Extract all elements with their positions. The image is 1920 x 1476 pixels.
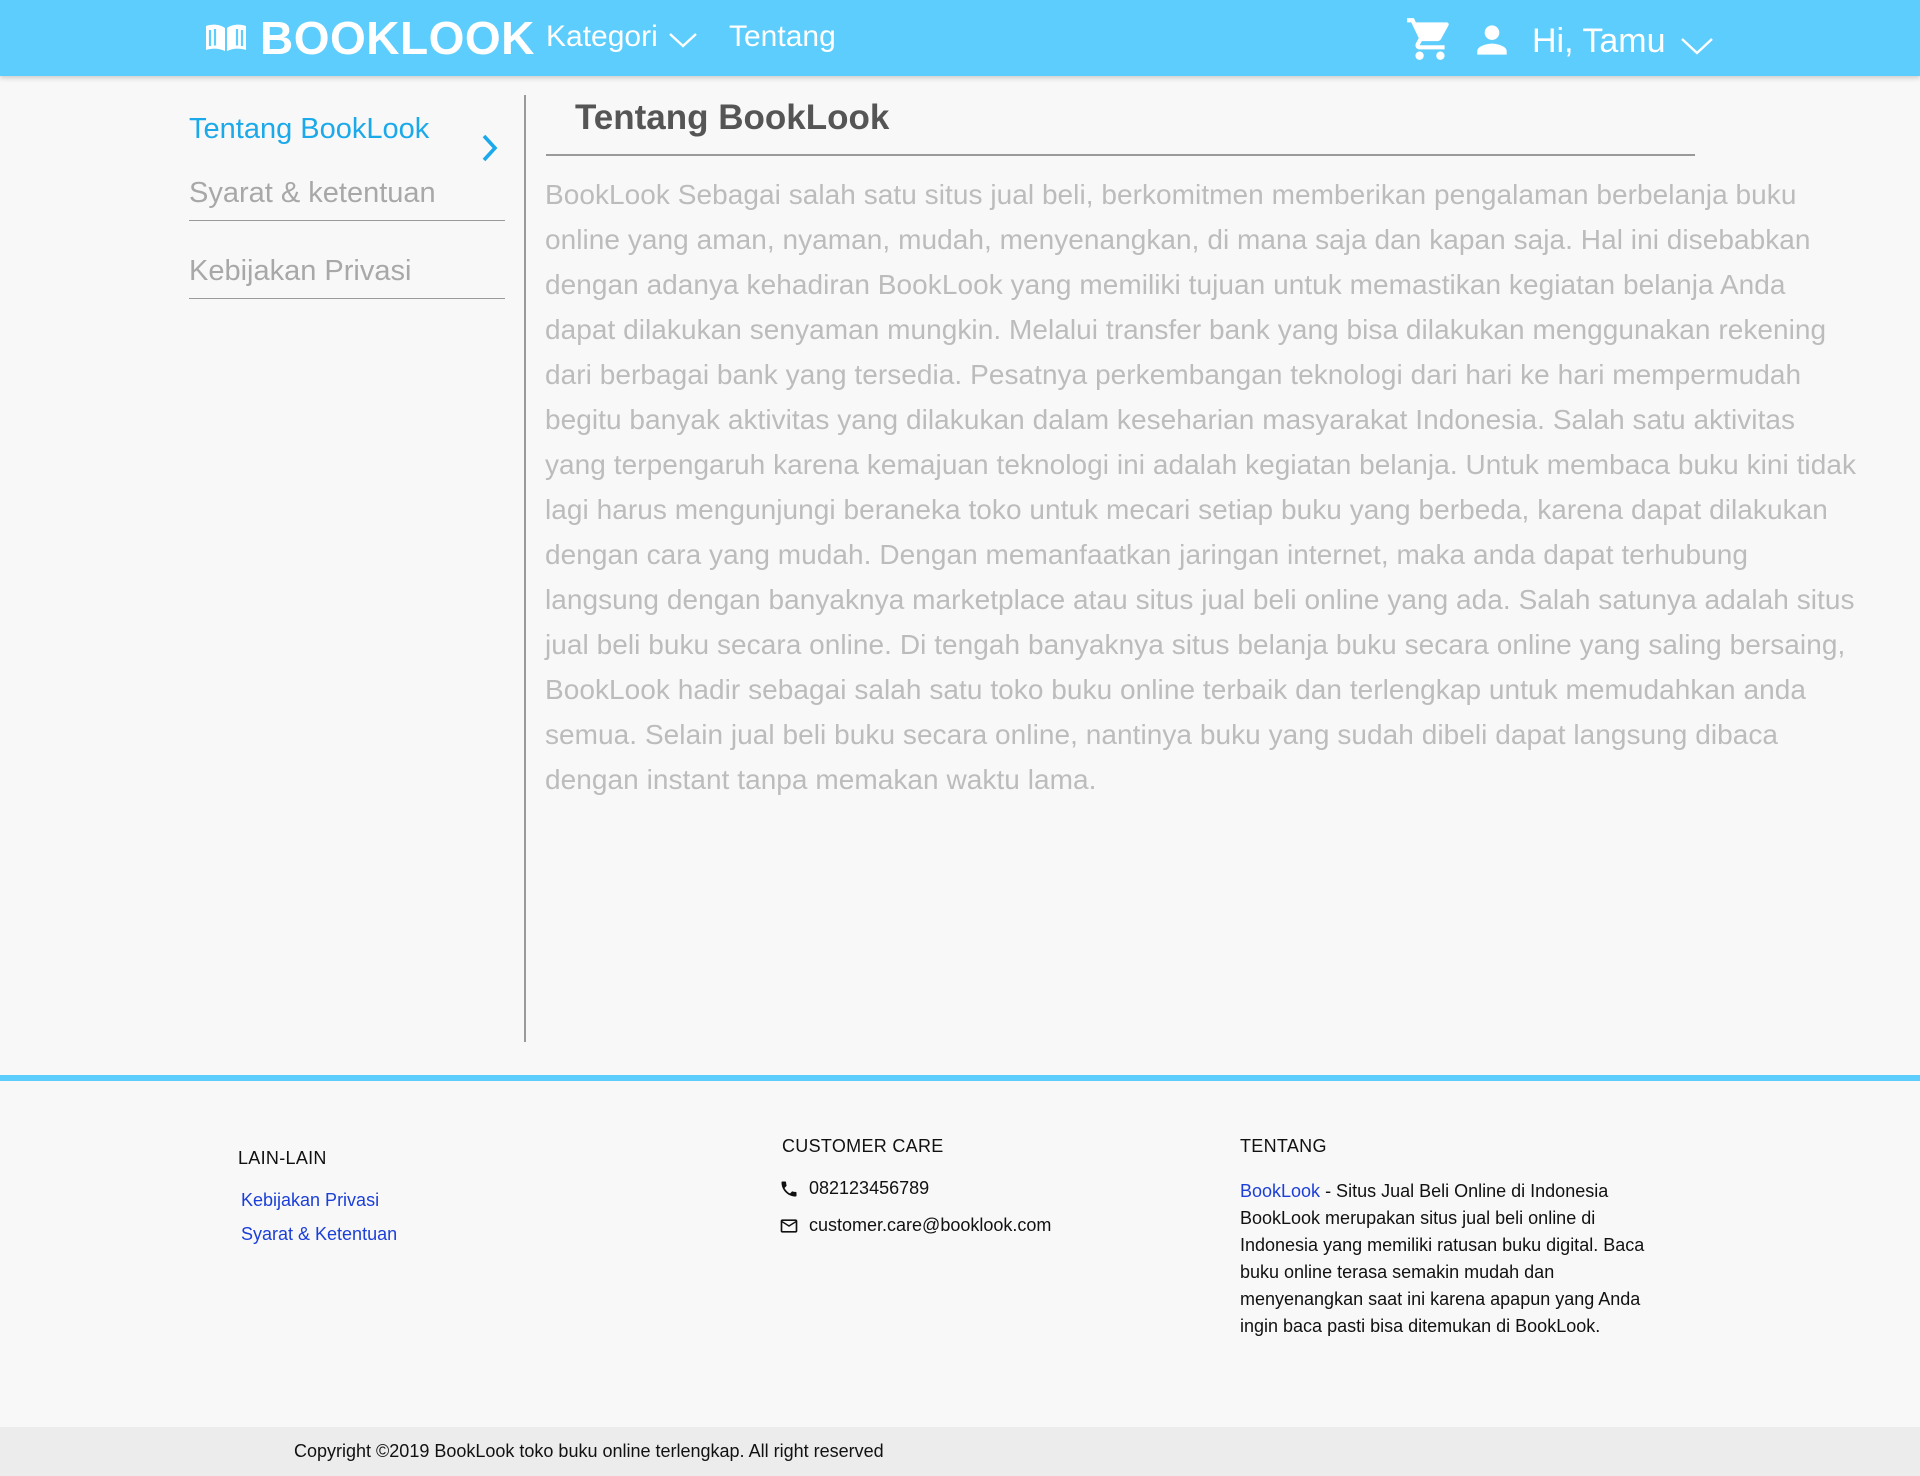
chevron-right-icon xyxy=(482,134,498,162)
sidebar-item-label: Kebijakan Privasi xyxy=(189,255,412,287)
footer-link-syarat-ketentuan[interactable]: Syarat & Ketentuan xyxy=(241,1224,397,1245)
footer-link-kebijakan-privasi[interactable]: Kebijakan Privasi xyxy=(241,1190,379,1211)
footer-description: BookLook merupakan situs jual beli onlin… xyxy=(1240,1208,1645,1336)
brand-name: BOOKLOOK xyxy=(260,12,535,64)
nav-kategori-label: Kategori xyxy=(546,20,658,53)
sidebar-item-label: Tentang BookLook xyxy=(189,113,430,145)
footer-top-border xyxy=(0,1075,1920,1081)
sidebar-item-syarat-ketentuan[interactable]: Syarat & ketentuan xyxy=(189,177,505,221)
open-book-icon xyxy=(206,24,246,51)
footer-customer-care-section: CUSTOMER CARE 082123456789 customer.care… xyxy=(780,1136,1051,1235)
customer-care-phone: 082123456789 xyxy=(779,1178,929,1199)
copyright-text: Copyright ©2019 BookLook toko buku onlin… xyxy=(294,1441,884,1461)
title-divider xyxy=(546,154,1695,156)
footer-heading-lain-lain: LAIN-LAIN xyxy=(238,1148,327,1168)
customer-care-email: customer.care@booklook.com xyxy=(779,1215,1051,1236)
phone-icon xyxy=(781,1181,797,1196)
page-title: Tentang BookLook xyxy=(575,98,890,137)
nav-tentang-link[interactable]: Tentang xyxy=(729,20,836,54)
footer-lain-lain-section: LAIN-LAIN Kebijakan Privasi Syarat & Ket… xyxy=(238,1148,397,1244)
email-address: customer.care@booklook.com xyxy=(809,1215,1052,1235)
footer-brand-link[interactable]: BookLook xyxy=(1240,1181,1320,1201)
footer-heading-customer-care: CUSTOMER CARE xyxy=(782,1136,944,1156)
footer-tentang-section: TENTANG BookLook - Situs Jual Beli Onlin… xyxy=(1240,1136,1660,1336)
nav-kategori-dropdown[interactable]: Kategori xyxy=(546,20,698,54)
top-navbar: BOOKLOOK Kategori Tentang Hi, Tamu xyxy=(0,0,1920,76)
user-greeting: Hi, Tamu xyxy=(1532,22,1666,60)
chevron-down-icon xyxy=(1680,37,1713,55)
user-icon[interactable] xyxy=(1470,18,1514,62)
sidebar-item-tentang-booklook[interactable]: Tentang BookLook xyxy=(189,113,505,169)
sidebar-divider xyxy=(524,95,526,1042)
sidebar-item-label: Syarat & ketentuan xyxy=(189,177,436,209)
phone-number: 082123456789 xyxy=(809,1178,930,1198)
footer-about-text: BookLook - Situs Jual Beli Online di Ind… xyxy=(1240,1178,1660,1340)
about-body-text: BookLook Sebagai salah satu situs jual b… xyxy=(545,179,1856,795)
footer-tagline: - Situs Jual Beli Online di Indonesia xyxy=(1320,1181,1609,1201)
chevron-down-icon xyxy=(668,33,697,48)
sidebar-item-kebijakan-privasi[interactable]: Kebijakan Privasi xyxy=(189,255,505,299)
cart-icon[interactable] xyxy=(1404,14,1456,64)
copyright-bar: Copyright ©2019 BookLook toko buku onlin… xyxy=(0,1427,1920,1476)
brand-logo[interactable]: BOOKLOOK xyxy=(204,8,535,68)
nav-tentang-label: Tentang xyxy=(729,20,836,53)
user-menu-dropdown[interactable]: Hi, Tamu xyxy=(1532,22,1714,61)
footer-heading-tentang: TENTANG xyxy=(1240,1136,1327,1156)
mail-icon xyxy=(780,1218,798,1233)
